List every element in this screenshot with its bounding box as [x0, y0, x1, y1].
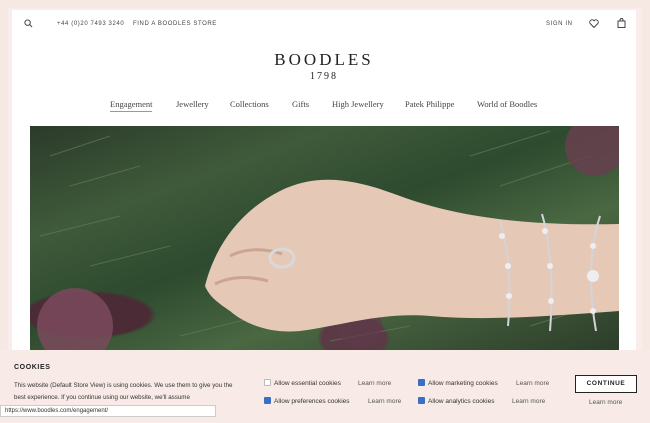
- preferences-cookies-label[interactable]: Allow preferences cookies: [274, 398, 350, 405]
- heart-icon[interactable]: [589, 19, 599, 28]
- logo-name: BOODLES: [274, 50, 374, 69]
- marketing-learn-more[interactable]: Learn more: [516, 380, 549, 387]
- brand-logo[interactable]: BOODLES 1798: [12, 50, 636, 82]
- sign-in-link[interactable]: SIGN IN: [546, 21, 573, 27]
- analytics-cookies-option[interactable]: Allow analytics cookies: [418, 397, 494, 405]
- bag-icon[interactable]: [617, 18, 626, 28]
- analytics-learn-more[interactable]: Learn more: [512, 398, 545, 405]
- nav-high-jewellery[interactable]: High Jewellery: [332, 99, 384, 109]
- marketing-cookies-checkbox[interactable]: [418, 379, 425, 386]
- nav-engagement[interactable]: Engagement: [110, 99, 153, 112]
- search-icon[interactable]: [24, 19, 33, 28]
- phone-link[interactable]: +44 (0)20 7493 3240: [57, 21, 124, 27]
- essential-cookies-option: Allow essential cookies: [264, 379, 341, 387]
- nav-patek-philippe[interactable]: Patek Philippe: [405, 99, 454, 109]
- preferences-learn-more[interactable]: Learn more: [368, 398, 401, 405]
- continue-learn-more[interactable]: Learn more: [589, 399, 622, 406]
- marketing-cookies-option[interactable]: Allow marketing cookies: [418, 379, 498, 387]
- logo-year: 1798: [310, 71, 338, 82]
- essential-cookies-label: Allow essential cookies: [274, 380, 341, 387]
- preferences-cookies-checkbox[interactable]: [264, 397, 271, 404]
- cookie-title: COOKIES: [14, 364, 51, 371]
- utility-bar: +44 (0)20 7493 3240 FIND A BOODLES STORE…: [12, 10, 636, 38]
- essential-cookies-checkbox: [264, 379, 271, 386]
- analytics-cookies-checkbox[interactable]: [418, 397, 425, 404]
- analytics-cookies-label[interactable]: Allow analytics cookies: [428, 398, 494, 405]
- nav-world-of-boodles[interactable]: World of Boodles: [477, 99, 537, 109]
- nav-jewellery[interactable]: Jewellery: [176, 99, 209, 109]
- hero-image: [30, 126, 619, 362]
- find-store-link[interactable]: FIND A BOODLES STORE: [133, 21, 217, 27]
- preferences-cookies-option[interactable]: Allow preferences cookies: [264, 397, 350, 405]
- hero-illustration: [37, 126, 619, 362]
- marketing-cookies-label[interactable]: Allow marketing cookies: [428, 380, 498, 387]
- nav-collections[interactable]: Collections: [230, 99, 269, 109]
- essential-learn-more[interactable]: Learn more: [358, 380, 391, 387]
- continue-button[interactable]: CONTINUE: [575, 375, 637, 393]
- nav-gifts[interactable]: Gifts: [292, 99, 309, 109]
- status-bar-url: https://www.boodles.com/engagement/: [0, 405, 216, 417]
- cookie-description: This website (Default Store View) is usi…: [14, 382, 233, 401]
- main-nav: Engagement Jewellery Collections Gifts H…: [12, 99, 636, 113]
